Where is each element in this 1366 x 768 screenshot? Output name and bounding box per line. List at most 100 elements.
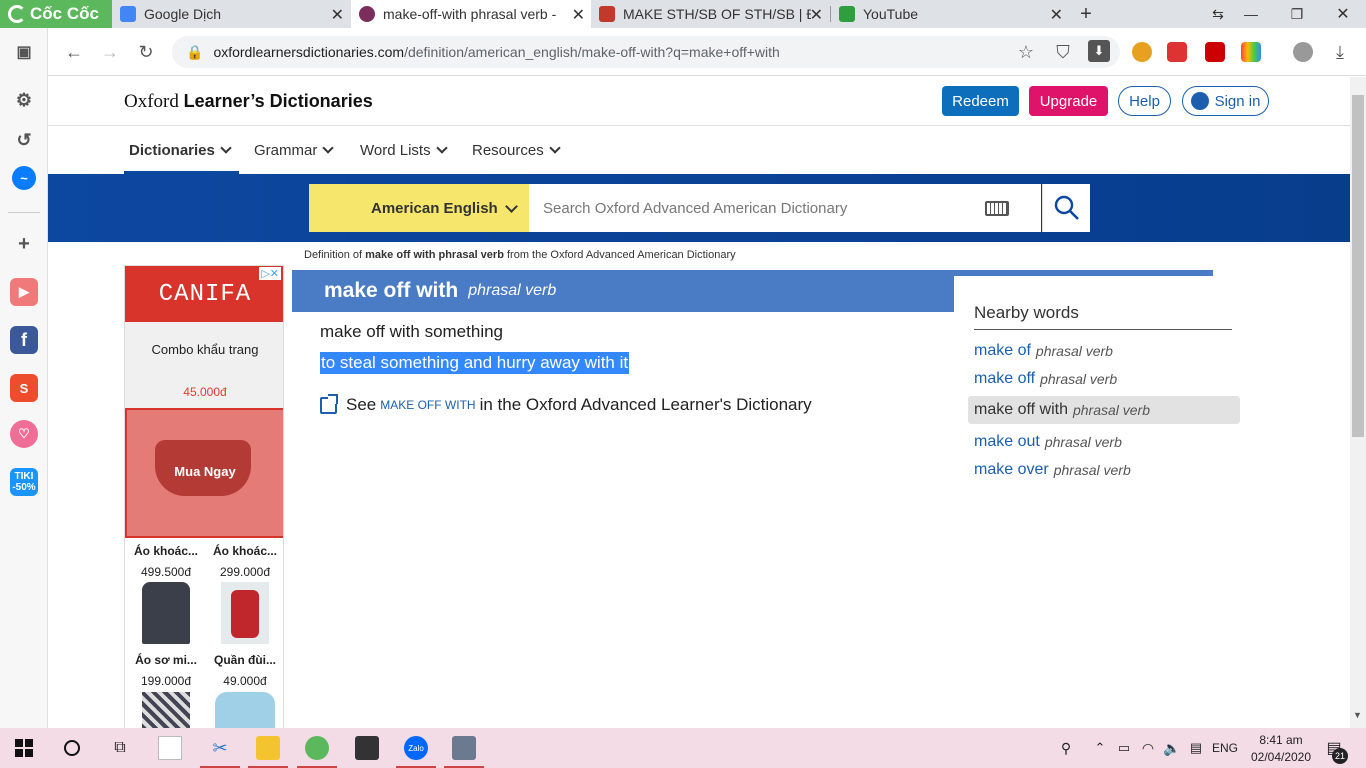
ad-headline: Combo khẩu trang [151,342,259,357]
shield-icon[interactable]: ⛉ [1051,40,1075,64]
nearby-item-current[interactable]: make off with phrasal verb [968,396,1240,424]
tab-oxford[interactable]: make-off-with phrasal verb - ✕ [351,0,591,28]
coccoc-menu-button[interactable]: Cốc Cốc [0,0,112,28]
bookmark-star-icon[interactable]: ☆ [1014,40,1038,64]
page-scrollbar[interactable]: ▼ [1350,77,1366,728]
input-language[interactable]: ENG [1212,741,1238,755]
search-button[interactable] [1042,184,1090,232]
definition-text: to steal something and hurry away with i… [320,352,630,374]
close-window-button[interactable]: ✕ [1321,0,1365,28]
tab-youtube[interactable]: YouTube ✕ [831,0,1069,28]
shopee-icon[interactable]: S [10,374,38,402]
clock-time[interactable]: 8:41 am [1248,733,1314,747]
help-button[interactable]: Help [1118,86,1171,116]
dictionary-select[interactable]: American English [309,184,529,232]
volume-icon[interactable]: 🔈 [1160,736,1184,760]
windows-start-icon[interactable] [12,736,36,760]
nav-label: Resources [472,142,544,159]
nearby-item[interactable]: make off phrasal verb [968,365,1240,393]
sign-in-button[interactable]: Sign in [1182,86,1269,116]
zalo-icon[interactable]: Zalo [404,736,428,760]
search-circle-icon[interactable] [60,736,84,760]
search-band: American English Search Oxford Advanced … [48,174,1350,242]
close-tab-icon[interactable]: ✕ [1050,5,1063,25]
add-panel-icon[interactable]: + [10,230,38,258]
nearby-item[interactable]: make of phrasal verb [968,337,1240,365]
close-tab-icon[interactable]: ✕ [572,5,585,25]
upgrade-button[interactable]: Upgrade [1029,86,1108,116]
tab-google-translate[interactable]: Google Dịch ✕ [112,0,350,28]
search-icon [1054,195,1079,220]
downloads-icon[interactable]: ⤓ [1328,40,1352,64]
new-tab-button[interactable]: + [1064,0,1108,28]
sticky-notes-icon[interactable] [355,736,379,760]
tab-cambridge[interactable]: MAKE STH/SB OF STH/SB | Đị ✕ [591,0,829,28]
file-explorer-icon[interactable] [256,736,280,760]
history-icon[interactable]: ↺ [10,126,38,154]
nav-label: Dictionaries [129,142,215,159]
chevron-down-icon [549,142,561,154]
facebook-icon[interactable]: f [10,326,38,354]
ad-cta: Mua Ngay [174,464,236,479]
nav-resources[interactable]: Resources [472,142,561,159]
reload-button[interactable]: ↻ [134,40,158,64]
extension-red-icon[interactable] [1205,42,1225,62]
nearby-word: make of [974,342,1031,359]
download-extension-icon[interactable]: ⬇ [1088,40,1110,62]
extension-color-icon[interactable] [1241,42,1261,62]
lock-icon: 🔒 [186,43,204,60]
url-bar[interactable]: 🔒 oxfordlearnersdictionaries.com/definit… [172,36,1120,68]
coccoc-taskbar-icon[interactable] [305,736,329,760]
sidebar-toggle-icon[interactable]: ▣ [10,38,38,66]
canifa-ad[interactable]: CANIFA ▷✕ Combo khẩu trang 45.000đ Mua N… [124,265,284,738]
extension-new-icon[interactable] [1167,42,1187,62]
sidebar-divider [8,212,40,213]
forward-button[interactable]: → [98,40,122,64]
messenger-icon[interactable]: ~ [12,166,36,190]
maximize-button[interactable]: ❐ [1275,0,1319,28]
scroll-down-icon[interactable]: ▼ [1353,710,1362,720]
url-domain: oxfordlearnersdictionaries.com [213,44,405,60]
nearby-item[interactable]: make out phrasal verb [968,428,1240,456]
extension-coccoc-icon[interactable] [1132,42,1152,62]
keyboard-icon[interactable] [985,201,1009,216]
app-grid-icon[interactable] [158,736,182,760]
product-price: 499.500đ [140,565,192,579]
scrollbar-thumb[interactable] [1352,95,1364,437]
adchoices-icon[interactable]: ▷✕ [259,267,281,280]
see-suffix: in the Oxford Advanced Learner's Diction… [479,395,812,414]
back-button[interactable]: ← [62,40,86,64]
settings-gear-icon[interactable]: ⚙ [10,86,38,114]
nav-label: Word Lists [360,142,431,159]
search-placeholder: Search Oxford Advanced American Dictiona… [543,199,848,217]
part-of-speech: phrasal verb [468,282,557,299]
heart-app-icon[interactable]: ♡ [10,420,38,448]
youtube-favicon-icon [839,6,855,22]
snipping-tool-icon[interactable]: ✂ [208,736,232,760]
wifi-icon[interactable]: ◠ [1136,736,1160,760]
nav-dictionaries[interactable]: Dictionaries [129,142,232,159]
youtube-sidebar-icon[interactable]: ▶ [10,278,38,306]
redeem-button[interactable]: Redeem [942,86,1019,116]
site-logo[interactable]: Oxford Learner’s Dictionaries [124,91,373,113]
people-icon[interactable]: ⚲ [1054,736,1078,760]
close-tab-icon[interactable]: ✕ [810,5,823,25]
keyboard-tray-icon[interactable]: ▤ [1184,736,1208,760]
clock-date[interactable]: 02/04/2020 [1248,750,1314,764]
nearby-title: Nearby words [974,303,1079,322]
search-input[interactable]: Search Oxford Advanced American Dictiona… [529,184,1041,232]
tiki-icon[interactable]: TIKI -50% [10,468,38,496]
tray-chevron-icon[interactable]: ⌃ [1088,736,1112,760]
nav-word-lists[interactable]: Word Lists [360,142,448,159]
tab-bar: Cốc Cốc Google Dịch ✕ make-off-with phra… [0,0,1366,28]
close-tab-icon[interactable]: ✕ [331,5,344,25]
task-view-icon[interactable]: ⧉ [108,736,132,760]
nearby-word: make over [974,461,1049,478]
profile-avatar[interactable] [1293,42,1313,62]
nav-grammar[interactable]: Grammar [254,142,335,159]
see-link[interactable]: make off with [380,398,475,412]
nearby-item[interactable]: make over phrasal verb [968,456,1240,484]
app-icon[interactable] [452,736,476,760]
battery-icon[interactable]: ▭ [1112,736,1136,760]
minimize-button[interactable]: — [1229,0,1273,28]
